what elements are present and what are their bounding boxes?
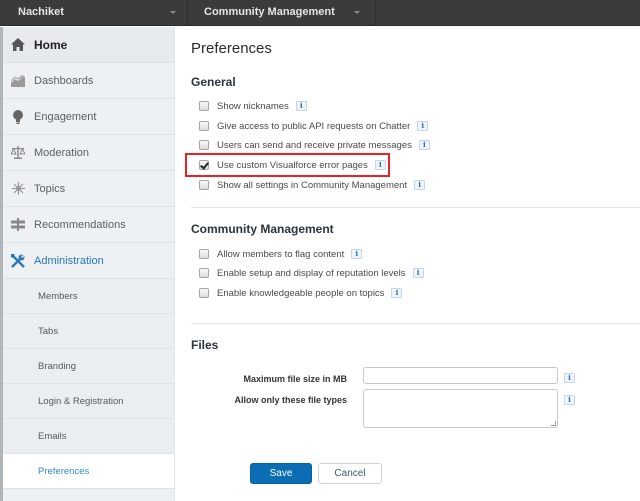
option-label: Users can send and receive private messa… [217, 139, 412, 151]
option-public-api: Give access to public API requests on Ch… [199, 119, 429, 133]
workspace-selector[interactable]: Community Management [188, 0, 376, 26]
divider [191, 207, 640, 208]
info-icon[interactable]: i [412, 268, 424, 278]
max-file-size-label: Maximum file size in MB [243, 374, 347, 384]
option-flag-content: Allow members to flag content i [199, 247, 363, 261]
sidebar-subitem-members[interactable]: Members [3, 279, 174, 314]
sidebar-subitem-label: Members [38, 290, 78, 302]
info-icon[interactable]: i [414, 180, 426, 190]
sidebar-item-label: Home [34, 37, 68, 52]
sidebar-subitem-label: Branding [38, 360, 77, 372]
chart-icon [11, 74, 25, 88]
option-label: Use custom Visualforce error pages [217, 159, 368, 171]
home-icon [11, 38, 25, 52]
sidebar: Home Dashboards Engagement Moderation To… [0, 27, 175, 501]
tools-icon [11, 253, 25, 268]
sidebar-subitem-label: Tabs [38, 325, 59, 337]
signpost-icon [11, 218, 25, 232]
option-label: Show nicknames [217, 100, 289, 112]
section-title-files: Files [191, 338, 219, 352]
sidebar-item-label: Recommendations [34, 218, 126, 231]
sidebar-item-topics[interactable]: Topics [3, 171, 174, 207]
divider [191, 323, 640, 324]
section-title-community-management: Community Management [191, 222, 334, 236]
info-icon[interactable]: i [351, 249, 363, 259]
topics-icon [11, 182, 25, 196]
user-selector[interactable]: Nachiket [0, 0, 188, 26]
option-show-nicknames: Show nicknames i [199, 99, 307, 113]
top-bar: Nachiket Community Management [0, 0, 640, 26]
option-reputation-levels: Enable setup and display of reputation l… [199, 266, 424, 280]
option-show-all-settings: Show all settings in Community Managemen… [199, 178, 426, 192]
sidebar-subitem-label: Emails [38, 430, 67, 442]
info-icon[interactable]: i [374, 160, 386, 170]
sidebar-item-label: Dashboards [34, 74, 94, 87]
chevron-down-icon [354, 11, 360, 14]
info-icon[interactable]: i [418, 140, 430, 150]
max-file-size-input[interactable] [363, 367, 558, 384]
option-label: Show all settings in Community Managemen… [217, 179, 408, 191]
checkbox[interactable] [199, 249, 209, 259]
info-icon[interactable]: i [564, 373, 575, 383]
sidebar-subitem-emails[interactable]: Emails [3, 419, 174, 454]
sidebar-item-home[interactable]: Home [3, 27, 174, 63]
sidebar-item-recommendations[interactable]: Recommendations [3, 207, 174, 243]
sidebar-item-dashboards[interactable]: Dashboards [3, 63, 174, 99]
sidebar-subitem-branding[interactable]: Branding [3, 349, 174, 384]
user-selector-label: Nachiket [18, 6, 64, 18]
scales-icon [11, 146, 25, 160]
sidebar-item-label: Engagement [34, 110, 97, 123]
checkbox[interactable] [199, 180, 209, 190]
lightbulb-icon [11, 109, 25, 124]
info-icon[interactable]: i [295, 101, 307, 111]
checkbox-checked[interactable] [199, 160, 209, 170]
option-knowledgeable-people: Enable knowledgeable people on topics i [199, 286, 403, 300]
checkbox[interactable] [199, 101, 209, 111]
sidebar-item-label: Topics [34, 182, 66, 195]
page-title: Preferences [191, 40, 272, 57]
info-icon[interactable]: i [417, 121, 429, 131]
sidebar-subitem-tabs[interactable]: Tabs [3, 314, 174, 349]
info-icon[interactable]: i [391, 288, 403, 298]
option-label: Give access to public API requests on Ch… [217, 120, 411, 132]
option-label: Enable knowledgeable people on topics [217, 287, 385, 299]
info-icon[interactable]: i [564, 395, 575, 405]
option-label: Enable setup and display of reputation l… [217, 267, 406, 279]
option-custom-visualforce-error-pages: Use custom Visualforce error pages i [199, 158, 386, 172]
save-button[interactable]: Save [250, 463, 312, 484]
section-title-general: General [191, 75, 236, 89]
sidebar-item-moderation[interactable]: Moderation [3, 135, 174, 171]
checkbox[interactable] [199, 268, 209, 278]
sidebar-subitem-preferences[interactable]: Preferences [3, 454, 174, 489]
sidebar-subitem-label: Login & Registration [38, 395, 124, 407]
sidebar-item-administration[interactable]: Administration [3, 243, 174, 279]
sidebar-subitem-label: Preferences [38, 465, 90, 477]
sidebar-subitem-login-registration[interactable]: Login & Registration [3, 384, 174, 419]
sidebar-item-engagement[interactable]: Engagement [3, 99, 174, 135]
workspace-selector-label: Community Management [204, 6, 335, 18]
checkbox[interactable] [199, 140, 209, 150]
cancel-button[interactable]: Cancel [318, 463, 382, 484]
checkbox[interactable] [199, 121, 209, 131]
checkbox[interactable] [199, 288, 209, 298]
main-content: Preferences General Show nicknames i Giv… [176, 27, 640, 501]
file-types-label: Allow only these file types [234, 395, 347, 405]
option-private-messages: Users can send and receive private messa… [199, 138, 430, 152]
option-label: Allow members to flag content [217, 248, 345, 260]
sidebar-item-label: Moderation [34, 146, 90, 159]
resize-handle-icon[interactable] [551, 421, 556, 426]
file-types-textarea[interactable] [363, 389, 558, 428]
sidebar-item-label: Administration [34, 254, 104, 267]
chevron-down-icon [170, 11, 176, 14]
